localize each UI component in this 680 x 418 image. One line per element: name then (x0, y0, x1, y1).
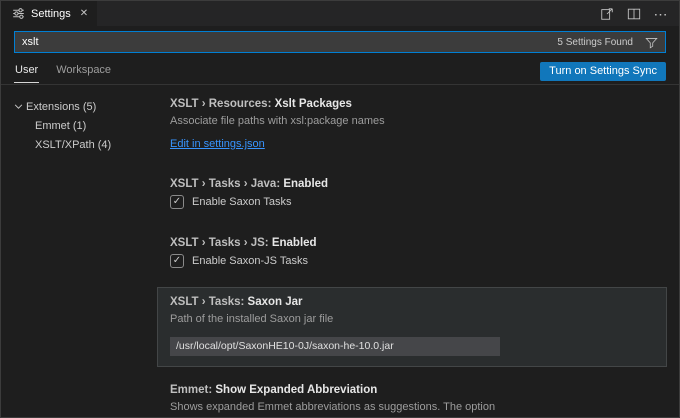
setting-emmet-show-expanded-abbreviation: Emmet: Show Expanded Abbreviation Shows … (157, 375, 667, 417)
setting-title: XSLT › Tasks: Saxon Jar (170, 296, 654, 308)
more-actions-button[interactable]: ⋯ (653, 6, 669, 22)
setting-name: Xslt Packages (275, 98, 352, 110)
editor-actions: ⋯ (599, 1, 679, 26)
scope-row: User Workspace Turn on Settings Sync (1, 58, 679, 85)
filter-button[interactable] (642, 33, 660, 51)
setting-description: Shows expanded Emmet abbreviations as su… (170, 400, 654, 417)
tab-workspace[interactable]: Workspace (55, 59, 112, 83)
enable-saxon-js-tasks-checkbox[interactable]: ✓ (170, 254, 184, 268)
tree-item-label: Extensions (5) (26, 101, 96, 113)
setting-name: Enabled (283, 178, 328, 190)
settings-list: XSLT › Resources: Xslt Packages Associat… (153, 85, 679, 417)
search-row: 5 Settings Found (1, 26, 679, 58)
settings-content: Extensions (5) Emmet (1) XSLT/XPath (4) … (1, 85, 679, 417)
setting-category: XSLT › Tasks › Java: (170, 178, 283, 190)
setting-category: XSLT › Tasks: (170, 296, 248, 308)
setting-name: Enabled (272, 237, 317, 249)
split-editor-icon (627, 7, 641, 21)
filter-icon (645, 36, 658, 49)
checkbox-row: ✓ Enable Saxon Tasks (170, 195, 654, 209)
setting-category: Emmet: (170, 384, 215, 396)
tree-item-extensions[interactable]: Extensions (5) (1, 97, 153, 116)
tree-item-label: XSLT/XPath (4) (35, 139, 111, 151)
setting-saxon-jar: XSLT › Tasks: Saxon Jar Path of the inst… (157, 287, 667, 367)
check-icon: ✓ (173, 255, 181, 266)
setting-category: XSLT › Tasks › JS: (170, 237, 272, 249)
tree-item-emmet[interactable]: Emmet (1) (1, 116, 153, 135)
setting-name: Saxon Jar (248, 296, 303, 308)
tab-settings[interactable]: Settings ✕ (1, 1, 97, 26)
settings-count-badge: 5 Settings Found (557, 37, 633, 48)
checkbox-label[interactable]: Enable Saxon Tasks (192, 196, 291, 208)
setting-tasks-js-enabled: XSLT › Tasks › JS: Enabled ✓ Enable Saxo… (157, 228, 667, 279)
more-actions-icon: ⋯ (654, 9, 669, 19)
setting-description: Associate file paths with xsl:package na… (170, 114, 654, 130)
check-icon: ✓ (173, 196, 181, 207)
close-icon[interactable]: ✕ (80, 8, 88, 19)
checkbox-row: ✓ Enable Saxon-JS Tasks (170, 254, 654, 268)
tree-item-xslt-xpath[interactable]: XSLT/XPath (4) (1, 135, 153, 154)
setting-title: XSLT › Tasks › JS: Enabled (170, 237, 654, 249)
settings-tree: Extensions (5) Emmet (1) XSLT/XPath (4) (1, 85, 153, 417)
settings-search-input[interactable] (22, 36, 557, 48)
description-text: Shows expanded Emmet abbreviations as su… (170, 401, 495, 413)
search-box: 5 Settings Found (14, 31, 666, 53)
setting-title: XSLT › Tasks › Java: Enabled (170, 178, 654, 190)
setting-title: Emmet: Show Expanded Abbreviation (170, 384, 654, 396)
chevron-down-icon (10, 102, 26, 111)
setting-title: XSLT › Resources: Xslt Packages (170, 98, 654, 110)
settings-editor-window: Settings ✕ ⋯ 5 Settin (0, 0, 680, 418)
edit-settings-json-link[interactable]: Edit in settings.json (170, 138, 265, 150)
settings-sliders-icon (10, 6, 26, 22)
setting-name: Show Expanded Abbreviation (215, 384, 377, 396)
split-editor-button[interactable] (626, 6, 642, 22)
settings-sync-button[interactable]: Turn on Settings Sync (540, 62, 666, 81)
tab-title: Settings (31, 8, 71, 20)
setting-xslt-packages: XSLT › Resources: Xslt Packages Associat… (157, 89, 667, 161)
setting-description: Path of the installed Saxon jar file (170, 312, 654, 328)
tab-bar: Settings ✕ ⋯ (1, 1, 679, 26)
tab-user[interactable]: User (14, 59, 39, 83)
tree-item-label: Emmet (1) (35, 120, 86, 132)
setting-tasks-java-enabled: XSLT › Tasks › Java: Enabled ✓ Enable Sa… (157, 169, 667, 220)
open-settings-json-button[interactable] (599, 6, 615, 22)
setting-category: XSLT › Resources: (170, 98, 275, 110)
checkbox-label[interactable]: Enable Saxon-JS Tasks (192, 255, 308, 267)
open-settings-json-icon (600, 7, 614, 21)
enable-saxon-tasks-checkbox[interactable]: ✓ (170, 195, 184, 209)
saxon-jar-path-input[interactable] (170, 337, 500, 356)
